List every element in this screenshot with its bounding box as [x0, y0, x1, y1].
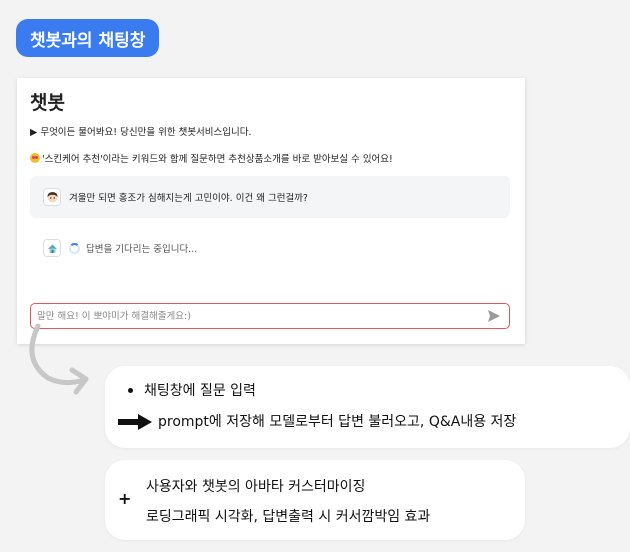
- loading-spinner-icon: [69, 242, 80, 254]
- hint-line-container: '스킨케어 추천'이라는 키워드와 함께 질문하면 추천상품소개를 바로 받아보…: [30, 151, 393, 165]
- note-bubble-1: 채팅창에 질문 입력 prompt에 저장해 모델로부터 답변 불러오고, Q&…: [105, 366, 630, 448]
- intro-line: ▶ 무엇이든 물어봐요! 당신만을 위한 챗봇서비스입니다.: [30, 127, 252, 138]
- bot-avatar-icon: [43, 239, 61, 257]
- plus-icon: +: [118, 489, 132, 508]
- bot-status-text: 답변을 기다리는 중입니다...: [86, 244, 198, 255]
- note-1-bullet: 채팅창에 질문 입력: [144, 383, 256, 399]
- chat-input-box: [30, 303, 510, 329]
- chat-heading: 챗봇: [30, 92, 65, 114]
- bot-message: 답변을 기다리는 중입니다...: [43, 239, 197, 257]
- chat-window: 챗봇 ▶ 무엇이든 물어봐요! 당신만을 위한 챗봇서비스입니다. '스킨케어 …: [17, 78, 525, 344]
- user-message-text: 겨울만 되면 홍조가 심해지는게 고민이야. 이건 왜 그런걸까?: [69, 193, 308, 204]
- right-arrow-icon: [118, 414, 152, 430]
- user-message: 겨울만 되면 홍조가 심해지는게 고민이야. 이건 왜 그런걸까?: [30, 176, 510, 218]
- note-bubble-2: + 사용자와 챗봇의 아바타 커스터마이징 로딩그래픽 시각화, 답변출력 시 …: [105, 460, 525, 540]
- note-1-detail: prompt에 저장해 모델로부터 답변 불러오고, Q&A내용 저장: [158, 414, 517, 430]
- curved-arrow-icon: [29, 323, 89, 395]
- note-2-line-2: 로딩그래픽 시각화, 답변출력 시 커서깜박임 효과: [146, 509, 431, 525]
- note-2-line-1: 사용자와 챗봇의 아바타 커스터마이징: [146, 479, 366, 495]
- user-avatar-icon: [43, 188, 61, 206]
- hint-line: '스킨케어 추천'이라는 키워드와 함께 질문하면 추천상품소개를 바로 받아보…: [42, 154, 393, 165]
- bullet-dot: [128, 388, 133, 393]
- page-title: 챗봇과의 채팅창: [16, 19, 160, 57]
- heart-eyes-icon: [30, 153, 40, 163]
- send-icon[interactable]: [487, 309, 501, 323]
